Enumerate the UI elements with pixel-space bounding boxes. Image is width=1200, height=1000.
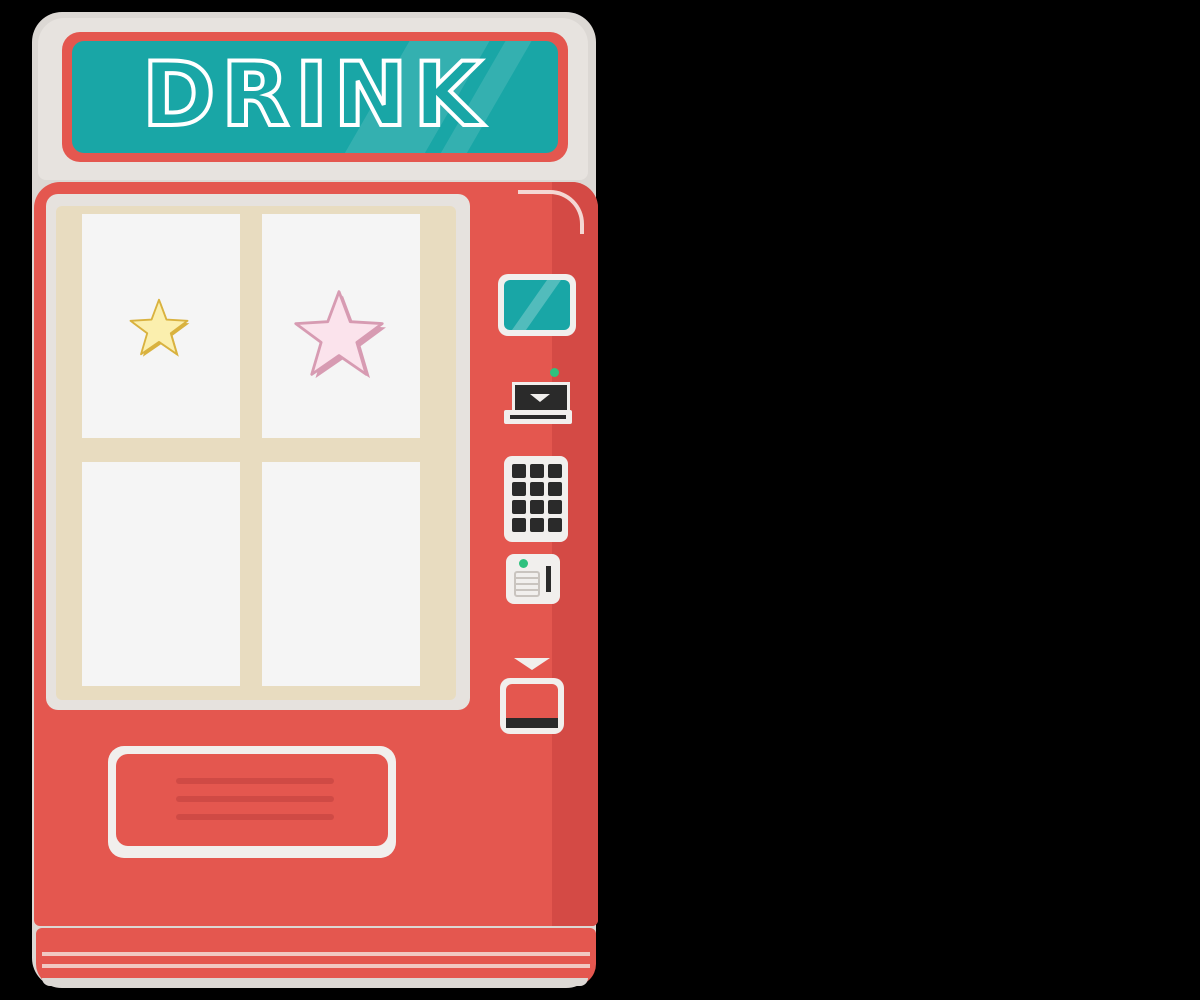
pickup-door-line [176, 814, 334, 820]
pickup-door[interactable] [108, 746, 396, 858]
keypad-key[interactable] [548, 500, 562, 514]
machine-bottom-edge [42, 978, 588, 986]
sign-panel: DRINK [72, 41, 558, 153]
keypad-key[interactable] [548, 464, 562, 478]
display-screen-icon [498, 274, 576, 336]
arrow-down-icon [530, 394, 550, 402]
sign-title: DRINK [140, 43, 488, 147]
coin-indicator-light [519, 559, 528, 568]
keypad-key[interactable] [512, 464, 526, 478]
keypad-key[interactable] [548, 482, 562, 496]
keypad-key[interactable] [530, 464, 544, 478]
keypad-key[interactable] [530, 482, 544, 496]
display-window [46, 194, 470, 710]
vending-machine: DRINK [32, 12, 608, 988]
product-slot-1[interactable] [82, 214, 240, 438]
pickup-door-line [176, 778, 334, 784]
sign-frame: DRINK [62, 32, 568, 162]
display-window-inner [56, 206, 456, 700]
card-slot-icon[interactable] [504, 382, 572, 426]
keypad-key[interactable] [512, 482, 526, 496]
product-slot-4[interactable] [262, 462, 420, 686]
card-slot-base [504, 410, 572, 424]
keypad-key[interactable] [512, 500, 526, 514]
keypad-key[interactable] [512, 518, 526, 532]
base-stripe [42, 952, 590, 956]
pickup-door-line [176, 796, 334, 802]
coin-slot-icon[interactable] [506, 554, 560, 604]
bill-acceptor-icon [514, 571, 540, 597]
coin-slot-opening [546, 566, 551, 592]
indicator-light-icon [550, 368, 559, 377]
pickup-door-panel [116, 754, 388, 846]
display-screen-glass [504, 280, 570, 330]
keypad-key[interactable] [548, 518, 562, 532]
keypad-icon[interactable] [504, 456, 568, 542]
return-chute-icon[interactable] [500, 678, 564, 734]
keypad-key[interactable] [530, 518, 544, 532]
product-slot-3[interactable] [82, 462, 240, 686]
yellow-star-icon[interactable] [128, 296, 190, 358]
return-chute-flap [506, 684, 558, 728]
keypad-key[interactable] [530, 500, 544, 514]
product-slot-2[interactable] [262, 214, 420, 438]
base-stripe [42, 964, 590, 968]
pink-star-icon[interactable] [292, 286, 386, 380]
arrow-down-icon [514, 658, 550, 670]
